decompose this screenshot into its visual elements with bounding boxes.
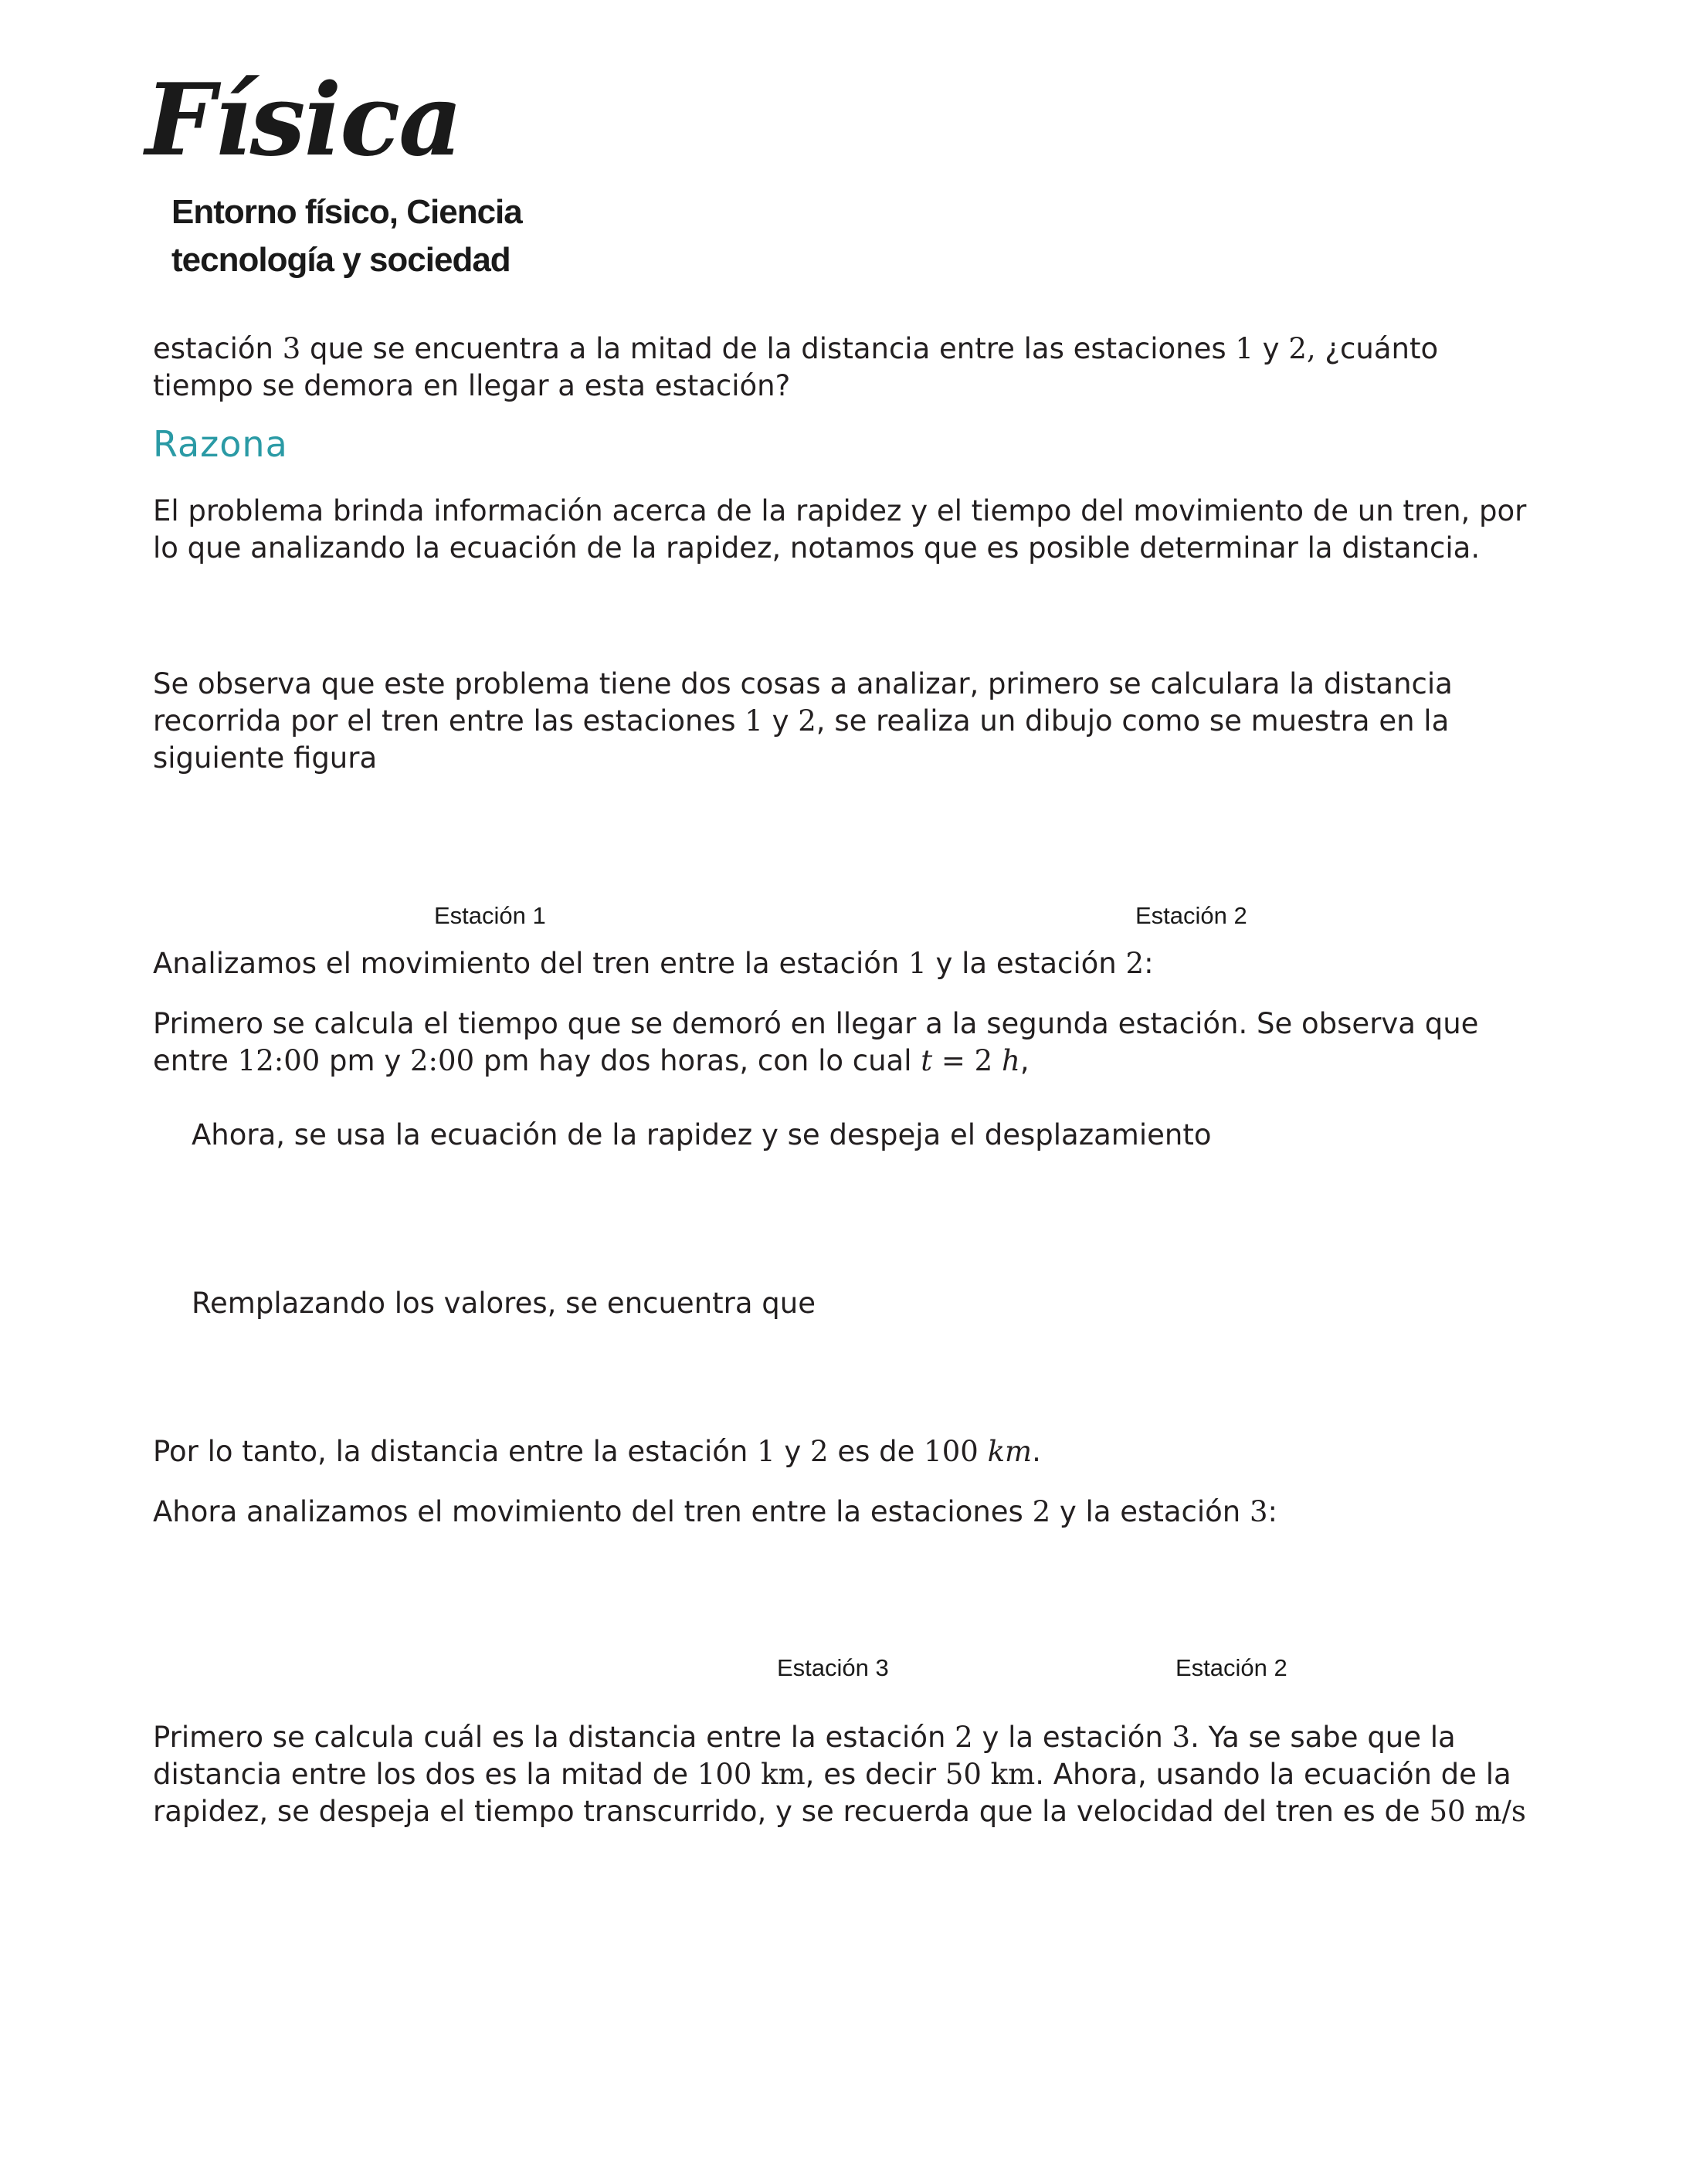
math-number: 2 bbox=[810, 1435, 829, 1468]
text-run: Analizamos el movimiento del tren entre … bbox=[153, 947, 909, 980]
math-number: 1 bbox=[1235, 332, 1253, 365]
math-number: 100 bbox=[924, 1435, 988, 1468]
math-unit: km bbox=[987, 1435, 1033, 1468]
text-run: es de bbox=[828, 1435, 924, 1468]
text-run: , bbox=[1019, 1044, 1030, 1077]
math-expression: = 2 bbox=[932, 1044, 1002, 1077]
book-subtitle-line-2: tecnología y sociedad bbox=[171, 241, 511, 279]
figure2-label-station-2: Estación 2 bbox=[1175, 1654, 1287, 1681]
paragraph-replace-values: Remplazando los valores, se encuentra qu… bbox=[192, 1287, 816, 1320]
text-run: y bbox=[1253, 332, 1289, 365]
math-number: 2, bbox=[1288, 332, 1316, 365]
math-time: 2:00 bbox=[410, 1044, 475, 1077]
text-run: estación bbox=[153, 332, 283, 365]
text-run: Primero se calcula cuál es la distancia … bbox=[153, 1721, 955, 1754]
paragraph-distance-result: Por lo tanto, la distancia entre la esta… bbox=[153, 1433, 1535, 1470]
text-run: pm y bbox=[320, 1044, 411, 1077]
math-value: 100 km bbox=[697, 1758, 806, 1791]
text-run: pm hay dos horas, con lo cual bbox=[474, 1044, 921, 1077]
figure1-label-station-2: Estación 2 bbox=[1135, 902, 1247, 929]
math-number: 2 bbox=[955, 1721, 973, 1754]
paragraph-analysis-intro: El problema brinda información acerca de… bbox=[153, 494, 1527, 565]
text-run: y la estación bbox=[972, 1721, 1172, 1754]
text-run: Ahora analizamos el movimiento del tren … bbox=[153, 1495, 1033, 1528]
paragraph-analyze-2-3: Ahora analizamos el movimiento del tren … bbox=[153, 1494, 1535, 1531]
math-number: 1 bbox=[757, 1435, 775, 1468]
figure2-label-station-3: Estación 3 bbox=[777, 1654, 889, 1681]
math-number: 3 bbox=[1172, 1721, 1191, 1754]
math-value: 50 m/s bbox=[1429, 1795, 1526, 1828]
math-time: 12:00 bbox=[237, 1044, 321, 1077]
text-run: Por lo tanto, la distancia entre la esta… bbox=[153, 1435, 758, 1468]
text-run: que se encuentra a la mitad de la distan… bbox=[300, 332, 1236, 365]
math-number: 3 bbox=[282, 332, 301, 365]
text-run: y bbox=[762, 704, 799, 738]
math-unit: h bbox=[1001, 1044, 1020, 1077]
text-run: . bbox=[1032, 1435, 1041, 1468]
paragraph-time-calculation: Primero se calcula el tiempo que se demo… bbox=[153, 1006, 1535, 1080]
paragraph-half-distance: Primero se calcula cuál es la distancia … bbox=[153, 1719, 1535, 1830]
math-number: 1 bbox=[908, 947, 927, 980]
paragraph-analyze-1-2: Analizamos el movimiento del tren entre … bbox=[153, 945, 1535, 982]
text-run: y la estación bbox=[926, 947, 1126, 980]
paragraph-two-parts: Se observa que este problema tiene dos c… bbox=[153, 666, 1535, 777]
figure1-label-station-1: Estación 1 bbox=[434, 902, 546, 929]
math-number: 2 bbox=[798, 704, 816, 738]
book-subtitle: Entorno físico, Ciencia tecnología y soc… bbox=[171, 188, 604, 284]
text-run: : bbox=[1267, 1495, 1277, 1528]
text-run: y bbox=[775, 1435, 811, 1468]
text-run: , es decir bbox=[805, 1758, 945, 1791]
math-value: 50 km bbox=[945, 1758, 1036, 1791]
paragraph-problem-statement: estación 3 que se encuentra a la mitad d… bbox=[153, 331, 1535, 405]
math-variable: t bbox=[921, 1044, 933, 1077]
book-subtitle-line-1: Entorno físico, Ciencia bbox=[171, 193, 523, 231]
section-heading-razona: Razona bbox=[153, 423, 288, 465]
math-number: 2 bbox=[1125, 947, 1145, 980]
math-number: 3 bbox=[1249, 1495, 1268, 1528]
paragraph-speed-equation: Ahora, se usa la ecuación de la rapidez … bbox=[192, 1118, 1212, 1151]
text-run: : bbox=[1144, 947, 1154, 980]
math-number: 1 bbox=[745, 704, 763, 738]
text-run: y la estación bbox=[1050, 1495, 1250, 1528]
book-title: Física bbox=[145, 63, 463, 178]
math-number: 2 bbox=[1032, 1495, 1051, 1528]
